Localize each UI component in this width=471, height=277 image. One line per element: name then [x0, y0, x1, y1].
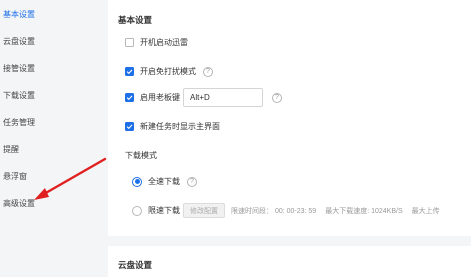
max-download-text: 最大下载速度: 1024KB/S — [325, 207, 403, 215]
full-speed-label: 全速下载 — [148, 177, 180, 186]
no-disturb-checkbox[interactable] — [125, 67, 134, 76]
help-circle-icon[interactable]: ? — [272, 92, 282, 103]
sidebar-item-cloud-settings[interactable]: 云盘设置 — [3, 36, 35, 47]
no-disturb-label: 开启免打扰模式 — [140, 67, 196, 76]
show-main-window-label: 新建任务时显示主界面 — [140, 122, 220, 131]
startup-option[interactable]: 开机启动迅雷 — [125, 37, 188, 48]
max-upload-text: 最大上传 — [411, 207, 440, 215]
sidebar-item-takeover-settings[interactable]: 接管设置 — [3, 63, 35, 74]
help-circle-icon[interactable]: ? — [203, 66, 213, 77]
help-circle-icon[interactable]: ? — [187, 176, 197, 187]
cloud-settings-panel: 云盘设置 — [108, 246, 471, 277]
full-speed-radio[interactable] — [132, 176, 142, 187]
no-disturb-option[interactable]: 开启免打扰模式 ? — [125, 66, 213, 77]
limit-speed-radio[interactable] — [132, 205, 142, 216]
boss-key-checkbox[interactable] — [125, 93, 134, 102]
full-speed-option[interactable]: 全速下载 ? — [132, 176, 197, 187]
show-main-window-option[interactable]: 新建任务时显示主界面 — [125, 121, 220, 132]
sidebar-item-advanced-settings[interactable]: 高级设置 — [3, 198, 35, 209]
limit-time-text: 限速时间段： 00: 00-23: 59 — [231, 207, 317, 215]
download-mode-label: 下载模式 — [125, 151, 157, 160]
sidebar-item-download-settings[interactable]: 下载设置 — [3, 90, 35, 101]
limit-speed-option[interactable]: 限速下载 修改配置 限速时间段： 00: 00-23: 59 最大下载速度: 1… — [132, 203, 440, 218]
show-main-window-checkbox[interactable] — [125, 122, 134, 131]
basic-settings-panel: 基本设置 开机启动迅雷 开启免打扰模式 ? 启用老板键 Alt+D ? 新建任务… — [108, 0, 471, 236]
section-title-cloud: 云盘设置 — [118, 260, 153, 270]
boss-key-option[interactable]: 启用老板键 Alt+D ? — [125, 88, 282, 107]
startup-label: 开机启动迅雷 — [140, 38, 188, 47]
modify-config-button[interactable]: 修改配置 — [183, 203, 225, 218]
boss-key-label: 启用老板键 — [140, 93, 180, 102]
boss-key-hotkey-input[interactable]: Alt+D — [183, 88, 263, 107]
sidebar-item-task-management[interactable]: 任务管理 — [3, 117, 35, 128]
check-icon — [126, 95, 133, 101]
section-title-basic: 基本设置 — [118, 15, 153, 25]
limit-speed-label: 限速下载 — [148, 206, 180, 215]
sidebar-item-reminders[interactable]: 提醒 — [3, 144, 19, 155]
startup-checkbox[interactable] — [125, 38, 134, 47]
sidebar-item-floating-window[interactable]: 悬浮窗 — [3, 171, 27, 182]
check-icon — [126, 69, 133, 75]
check-icon — [126, 124, 133, 130]
sidebar-item-basic-settings[interactable]: 基本设置 — [3, 9, 35, 20]
download-mode-title: 下载模式 — [125, 150, 157, 161]
settings-sidebar: 基本设置 云盘设置 接管设置 下载设置 任务管理 提醒 悬浮窗 高级设置 — [0, 0, 95, 277]
